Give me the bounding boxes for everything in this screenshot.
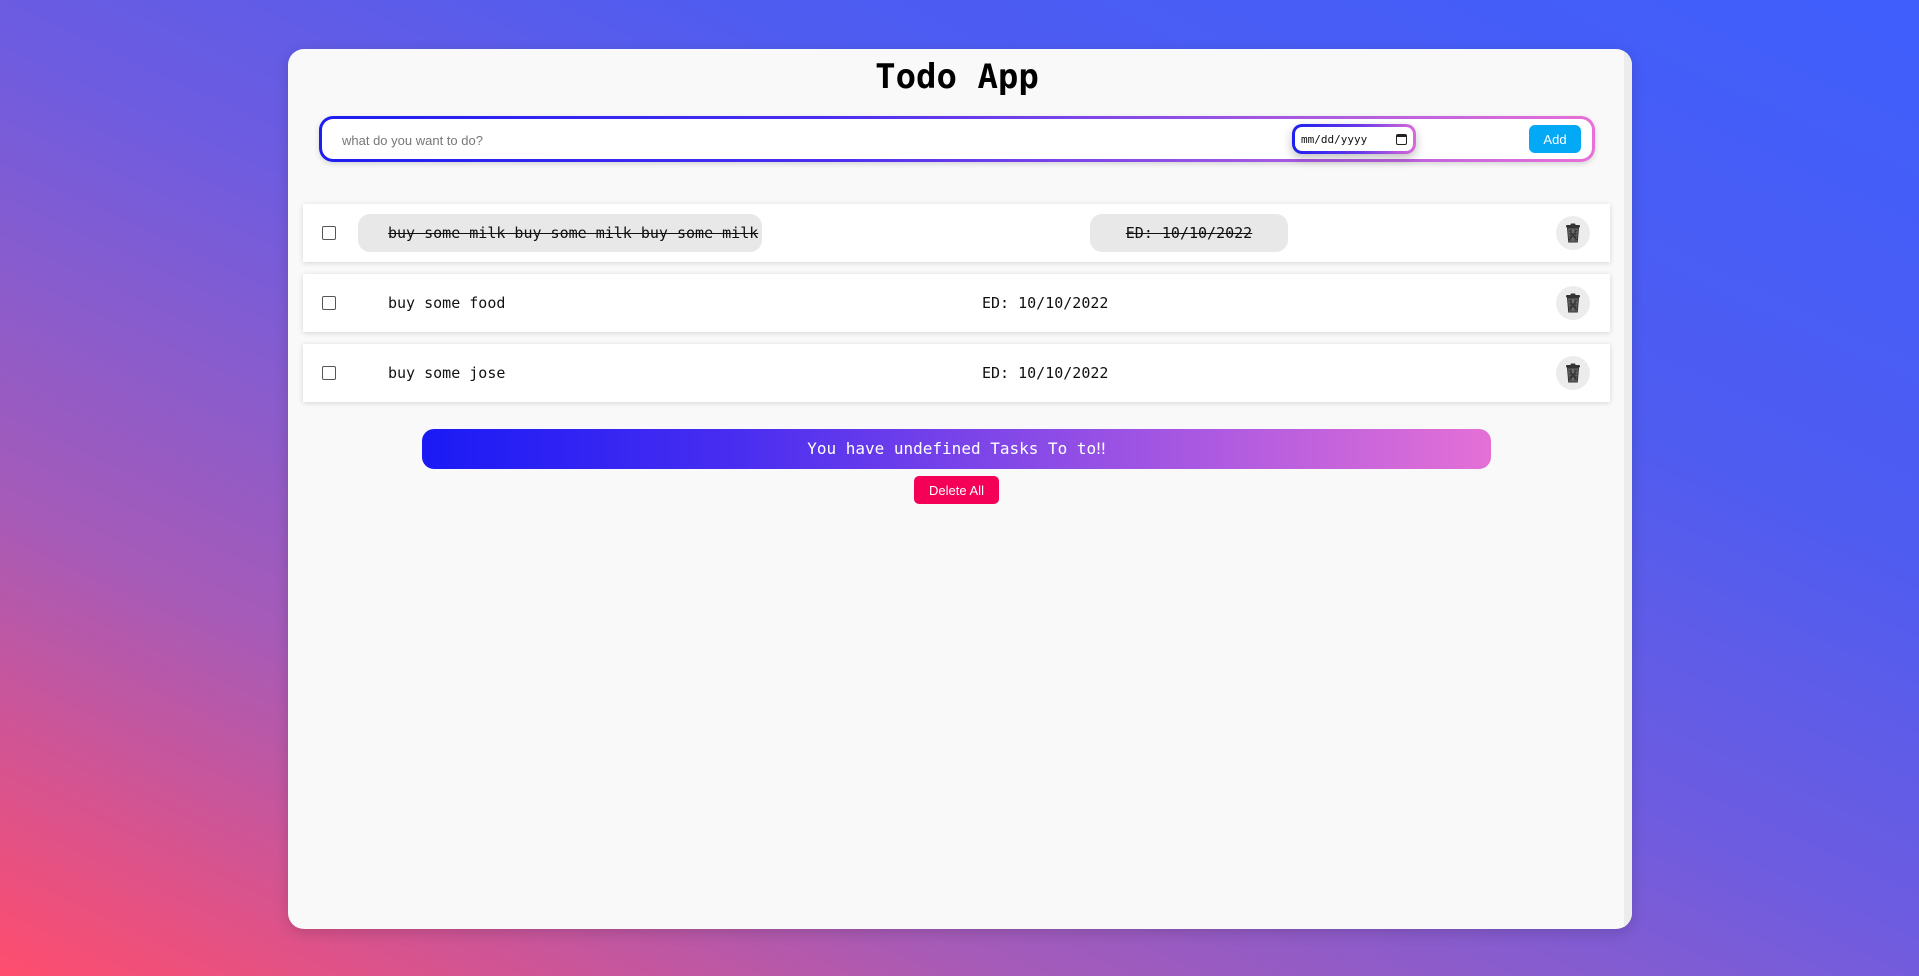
date-input-inner[interactable]: mm/dd/yyyy	[1295, 127, 1413, 151]
todo-due-date: ED: 10/10/2022	[982, 364, 1109, 382]
trash-icon	[1566, 293, 1580, 313]
todo-item: buy some jose ED: 10/10/2022	[303, 344, 1610, 402]
page-title: Todo App	[875, 57, 1039, 97]
trash-icon	[1566, 223, 1580, 243]
todo-text: buy some food	[388, 294, 506, 312]
new-task-bar: mm/dd/yyyy Add	[319, 116, 1595, 162]
todo-text: buy some jose	[388, 364, 506, 382]
new-task-bar-inner: mm/dd/yyyy Add	[322, 119, 1592, 159]
task-input[interactable]	[340, 128, 1244, 152]
todo-due-date: ED: 10/10/2022	[982, 294, 1109, 312]
todo-item: buy some milk buy some milk buy some mil…	[303, 204, 1610, 262]
add-button[interactable]: Add	[1529, 125, 1581, 153]
delete-todo-button[interactable]	[1556, 286, 1590, 320]
app-card: Todo App mm/dd/yyyy Add buy some milk bu…	[288, 49, 1632, 929]
todo-checkbox[interactable]	[322, 366, 336, 380]
task-summary-banner: You have undefined Tasks To to‼	[422, 429, 1491, 469]
date-input[interactable]: mm/dd/yyyy	[1292, 124, 1416, 154]
delete-todo-button[interactable]	[1556, 216, 1590, 250]
todo-item: buy some food ED: 10/10/2022	[303, 274, 1610, 332]
calendar-icon[interactable]	[1396, 133, 1407, 145]
todo-checkbox[interactable]	[322, 226, 336, 240]
todo-list: buy some milk buy some milk buy some mil…	[303, 204, 1610, 414]
delete-all-button[interactable]: Delete All	[914, 476, 999, 504]
todo-checkbox[interactable]	[322, 296, 336, 310]
scrollbar[interactable]	[1624, 49, 1632, 929]
trash-icon	[1566, 363, 1580, 383]
todo-due-date: ED: 10/10/2022	[1090, 214, 1288, 252]
date-placeholder: mm/dd/yyyy	[1301, 132, 1368, 146]
delete-todo-button[interactable]	[1556, 356, 1590, 390]
todo-text: buy some milk buy some milk buy some mil…	[358, 214, 762, 252]
